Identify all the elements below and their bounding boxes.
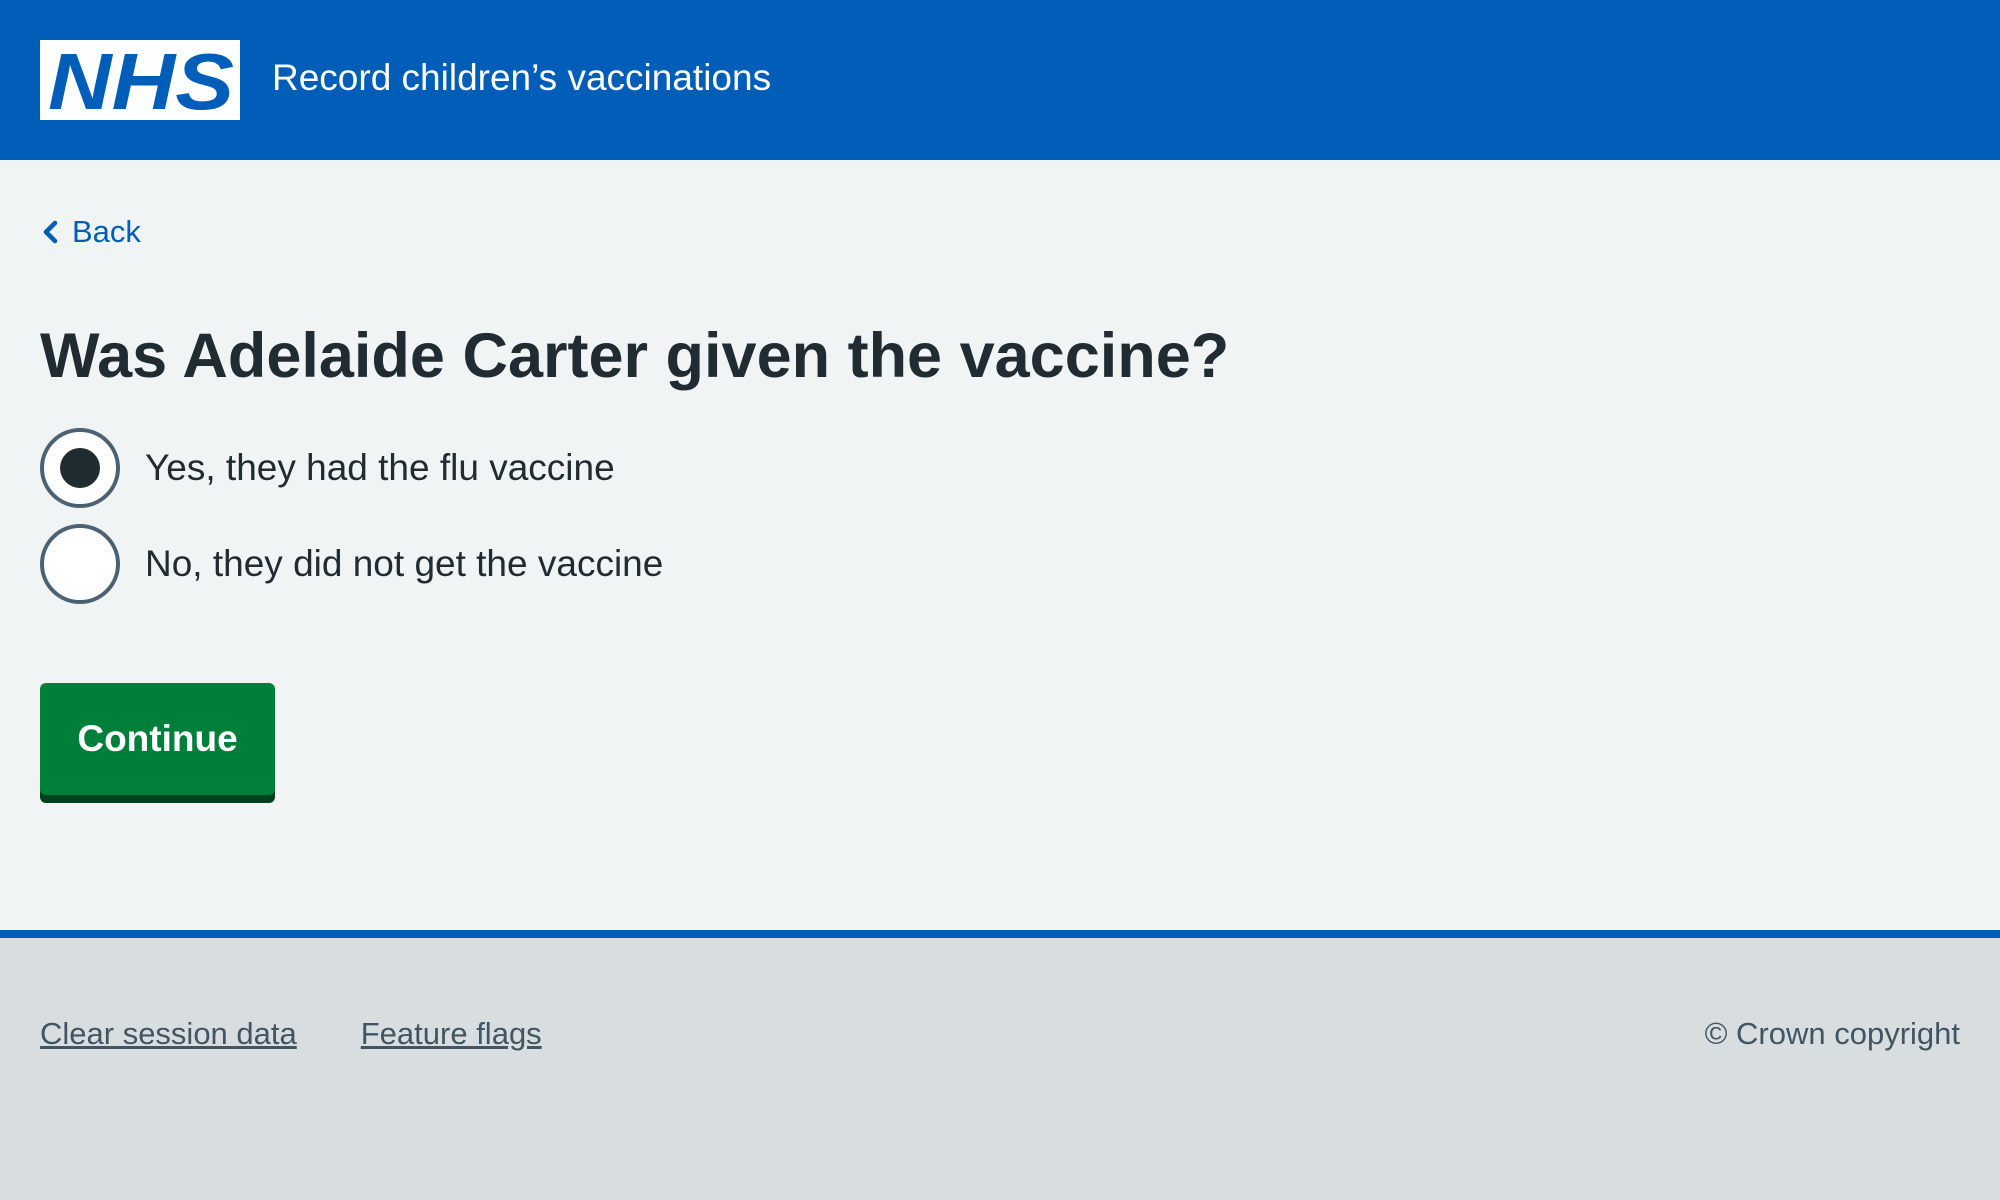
site-footer: Clear session data Feature flags © Crown…	[0, 930, 2000, 1200]
chevron-left-icon	[40, 217, 62, 247]
feature-flags-link[interactable]: Feature flags	[361, 1014, 542, 1054]
radio-option-yes[interactable]: Yes, they had the flu vaccine	[40, 428, 1240, 508]
radio-option-no[interactable]: No, they did not get the vaccine	[40, 524, 1240, 604]
back-link-label: Back	[72, 214, 141, 249]
radio-label-no[interactable]: No, they did not get the vaccine	[145, 542, 663, 586]
back-link[interactable]: Back	[40, 210, 141, 254]
continue-button[interactable]: Continue	[40, 683, 275, 795]
nhs-logo[interactable]: NHS	[40, 40, 240, 120]
radio-label-yes[interactable]: Yes, they had the flu vaccine	[145, 446, 615, 490]
clear-session-data-link[interactable]: Clear session data	[40, 1014, 297, 1054]
radio-selected-dot	[60, 448, 100, 488]
radio-button-yes[interactable]	[40, 428, 120, 508]
radio-button-no[interactable]	[40, 524, 120, 604]
footer-links: Clear session data Feature flags	[40, 1014, 606, 1054]
nhs-logo-text: NHS	[48, 40, 234, 120]
crown-copyright: © Crown copyright	[1704, 1016, 1960, 1051]
service-name[interactable]: Record children’s vaccinations	[272, 56, 771, 100]
vaccine-radio-group: Yes, they had the flu vaccine No, they d…	[40, 428, 1240, 620]
site-header: NHS Record children’s vaccinations	[0, 0, 2000, 160]
page-title: Was Adelaide Carter given the vaccine?	[40, 321, 1230, 391]
